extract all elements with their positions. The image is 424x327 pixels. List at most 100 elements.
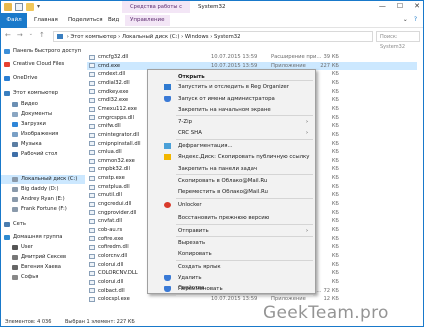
back-button[interactable]: ← bbox=[5, 31, 11, 39]
sidebar-item-creative-cloud[interactable]: Creative Cloud Files bbox=[1, 60, 85, 69]
sidebar-item-label: Этот компьютер bbox=[13, 90, 59, 96]
sidebar-item-quick-access[interactable]: Панель быстрого доступ bbox=[1, 47, 85, 56]
menu-item[interactable]: Дефрагментация... bbox=[149, 141, 314, 151]
title-bar: ▾ Средства работы с приложениями System3… bbox=[1, 1, 423, 22]
sidebar-item-downloads[interactable]: Загрузки bbox=[1, 120, 85, 129]
file-name: cmstplua.dll bbox=[98, 183, 130, 190]
menu-item[interactable]: Открыть bbox=[149, 72, 314, 82]
menu-item[interactable]: Яндекс.Диск: Скопировать публичную ссылк… bbox=[149, 152, 314, 162]
menu-item[interactable]: Отправить › bbox=[149, 226, 314, 236]
user-icon bbox=[12, 245, 18, 250]
menu-item-label: Unlocker bbox=[178, 202, 202, 208]
file-icon bbox=[89, 115, 95, 121]
menu-item[interactable]: Запуск от имени администратора bbox=[149, 94, 314, 104]
chevron-down-icon[interactable]: ▾ bbox=[37, 3, 45, 11]
sidebar-item-pictures[interactable]: Изображения bbox=[1, 130, 85, 139]
menu-item[interactable]: CRC SHA › bbox=[149, 128, 314, 138]
file-name: colocspl.exe bbox=[98, 296, 130, 303]
sidebar-item-this-pc[interactable]: Этот компьютер bbox=[1, 89, 85, 98]
menu-item[interactable]: Удалить bbox=[149, 273, 314, 283]
address-bar[interactable]: › Этот компьютер › Локальный диск (C:) ›… bbox=[53, 31, 373, 42]
user-evgenia-icon bbox=[12, 265, 18, 270]
item-count: Элементов: 4 036 bbox=[5, 319, 52, 325]
menu-item[interactable]: Закрепить на панели задач bbox=[149, 164, 314, 174]
sidebar-item-user-sofia[interactable]: Софья bbox=[1, 273, 85, 282]
tab-home[interactable]: Главная bbox=[29, 15, 63, 26]
recent-dropdown[interactable]: ⌄ bbox=[29, 31, 33, 39]
menu-item[interactable]: Копировать bbox=[149, 249, 314, 259]
sidebar-item-desktop[interactable]: Рабочий стол bbox=[1, 150, 85, 159]
file-icon bbox=[89, 193, 95, 199]
table-row[interactable]: cmcfg32.dll 10.07.2015 13:59 Расширение пр… bbox=[87, 53, 417, 62]
menu-item[interactable]: Unlocker bbox=[149, 200, 314, 210]
menu-item-label: Дефрагментация... bbox=[178, 143, 233, 149]
menu-separator bbox=[176, 223, 313, 225]
menu-item[interactable]: Скопировать в Облако@Mail.Ru bbox=[149, 176, 314, 186]
menu-item[interactable]: Вырезать bbox=[149, 238, 314, 248]
sidebar-item-label: Сеть bbox=[13, 221, 26, 227]
file-icon bbox=[89, 72, 95, 78]
menu-item[interactable]: Восстановить прежнюю версию bbox=[149, 213, 314, 223]
sidebar-item-onedrive[interactable]: OneDrive bbox=[1, 74, 85, 83]
sidebar-item-label: Дмитрий Сексев bbox=[21, 254, 67, 260]
search-input[interactable]: Поиск: System32 bbox=[376, 31, 420, 50]
sidebar-item-network[interactable]: Сеть bbox=[1, 220, 85, 229]
tab-manage[interactable]: Управление bbox=[125, 15, 170, 26]
menu-item[interactable]: Свойства bbox=[149, 283, 314, 293]
file-name: COLORCNV.DLL bbox=[98, 270, 138, 277]
file-name: cmintegrator.dll bbox=[98, 131, 140, 138]
menu-item[interactable]: Создать ярлык bbox=[149, 262, 314, 272]
sidebar-item-user-evgenia[interactable]: Евгения Хаева bbox=[1, 263, 85, 272]
menu-separator bbox=[176, 197, 313, 199]
sidebar-item-music[interactable]: Музыка bbox=[1, 140, 85, 149]
menu-separator bbox=[176, 115, 313, 116]
menu-item-label: 7-Zip bbox=[178, 119, 192, 125]
menu-item-label: Восстановить прежнюю версию bbox=[178, 215, 270, 221]
sidebar-item-user[interactable]: User bbox=[1, 243, 85, 252]
close-button[interactable]: ✕ bbox=[414, 2, 420, 10]
tab-share[interactable]: Поделиться bbox=[63, 15, 108, 26]
sidebar-item-user-dmitry[interactable]: Дмитрий Сексев bbox=[1, 253, 85, 262]
menu-item-label: Открыть bbox=[178, 74, 205, 80]
tab-file[interactable]: Файл bbox=[1, 13, 27, 28]
window-controls: — ☐ ✕ bbox=[379, 2, 420, 10]
sidebar-item-label: Панель быстрого доступ bbox=[13, 48, 81, 54]
sidebar-item-documents[interactable]: Документы bbox=[1, 110, 85, 119]
file-name: cmutil.dll bbox=[98, 192, 122, 199]
sidebar-item-drive-d[interactable]: Big daddy (D:) bbox=[1, 185, 85, 194]
file-icon bbox=[89, 141, 95, 147]
sidebar-item-videos[interactable]: Видео bbox=[1, 100, 85, 109]
forward-button[interactable]: → bbox=[17, 31, 23, 39]
column-header bbox=[87, 45, 423, 52]
menu-item-label: Отправить bbox=[178, 228, 209, 234]
ribbon-expand-button[interactable]: ⌄ bbox=[403, 16, 408, 23]
file-name: cmgrcspps.dll bbox=[98, 114, 134, 121]
file-icon bbox=[89, 288, 95, 294]
tab-view[interactable]: Вид bbox=[103, 15, 124, 26]
menu-item-label: Удалить bbox=[178, 275, 202, 281]
sidebar-item-drive-e[interactable]: Andrey Ryan (E:) bbox=[1, 195, 85, 204]
file-name: cmipnpinstall.dll bbox=[98, 140, 141, 147]
sidebar-item-label: Andrey Ryan (E:) bbox=[21, 196, 65, 202]
menu-item[interactable]: Закрепить на начальном экране bbox=[149, 105, 314, 115]
help-icon[interactable]: ? bbox=[414, 16, 417, 23]
sidebar-item-label: Загрузки bbox=[21, 121, 46, 127]
videos-icon bbox=[12, 102, 18, 107]
folder-icon[interactable] bbox=[4, 3, 12, 11]
sidebar-item-drive-f[interactable]: Frank Fortune (F:) bbox=[1, 205, 85, 214]
defrag-icon bbox=[164, 143, 171, 149]
file-name: Cmexu112.exe bbox=[98, 105, 137, 112]
properties-icon[interactable] bbox=[15, 3, 23, 11]
menu-item[interactable]: Переместить в Облако@Mail.Ru bbox=[149, 187, 314, 197]
this-pc-icon bbox=[4, 91, 10, 96]
up-button[interactable]: ↑ bbox=[39, 31, 45, 39]
sidebar-item-homegroup[interactable]: Домашняя группа bbox=[1, 233, 85, 242]
sidebar-item-label: Домашняя группа bbox=[13, 234, 63, 240]
maximize-button[interactable]: ☐ bbox=[397, 2, 403, 10]
minimize-button[interactable]: — bbox=[379, 2, 386, 10]
file-icon bbox=[89, 63, 95, 69]
new-folder-icon[interactable] bbox=[26, 3, 34, 11]
sidebar-item-drive-c[interactable]: Локальный диск (C:) bbox=[1, 175, 85, 184]
menu-item[interactable]: 7-Zip › bbox=[149, 117, 314, 127]
menu-item[interactable]: Запустить и отследить в Reg Organizer bbox=[149, 82, 314, 92]
